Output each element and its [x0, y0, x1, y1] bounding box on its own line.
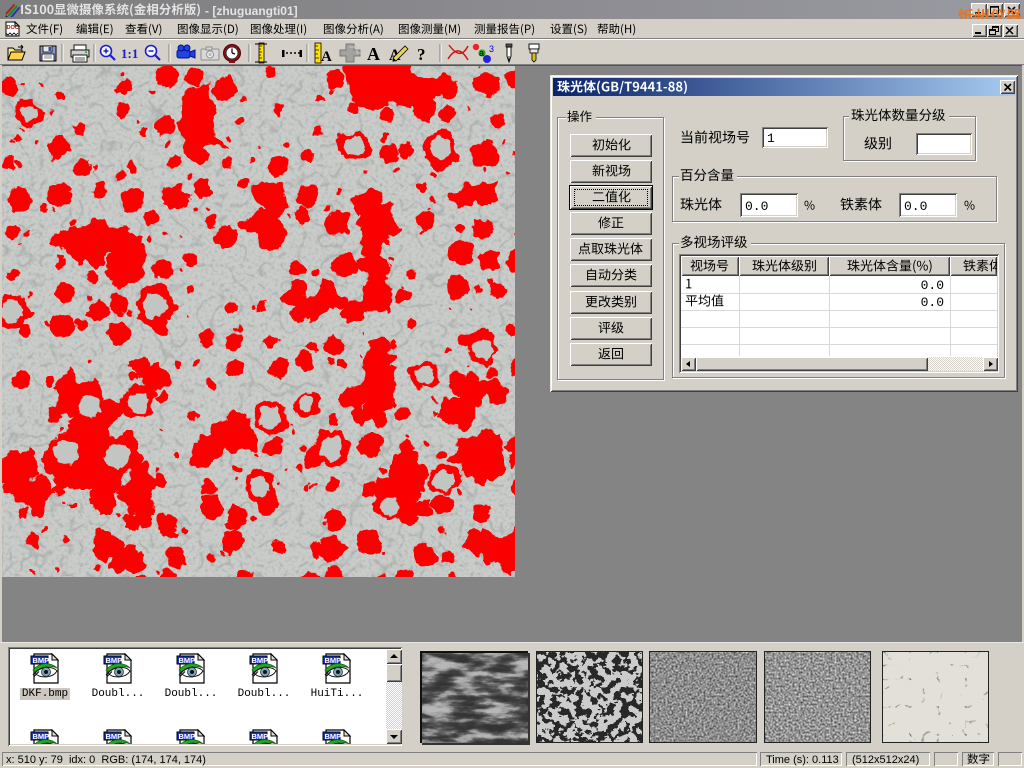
svg-text:a: a	[479, 48, 484, 58]
svg-text:1:1: 1:1	[121, 46, 138, 61]
svg-text:?: ?	[417, 45, 426, 64]
svg-text:A: A	[367, 44, 380, 64]
svg-text:A: A	[321, 49, 332, 65]
svg-text:DOC: DOC	[7, 25, 19, 31]
svg-text:3: 3	[489, 44, 494, 54]
